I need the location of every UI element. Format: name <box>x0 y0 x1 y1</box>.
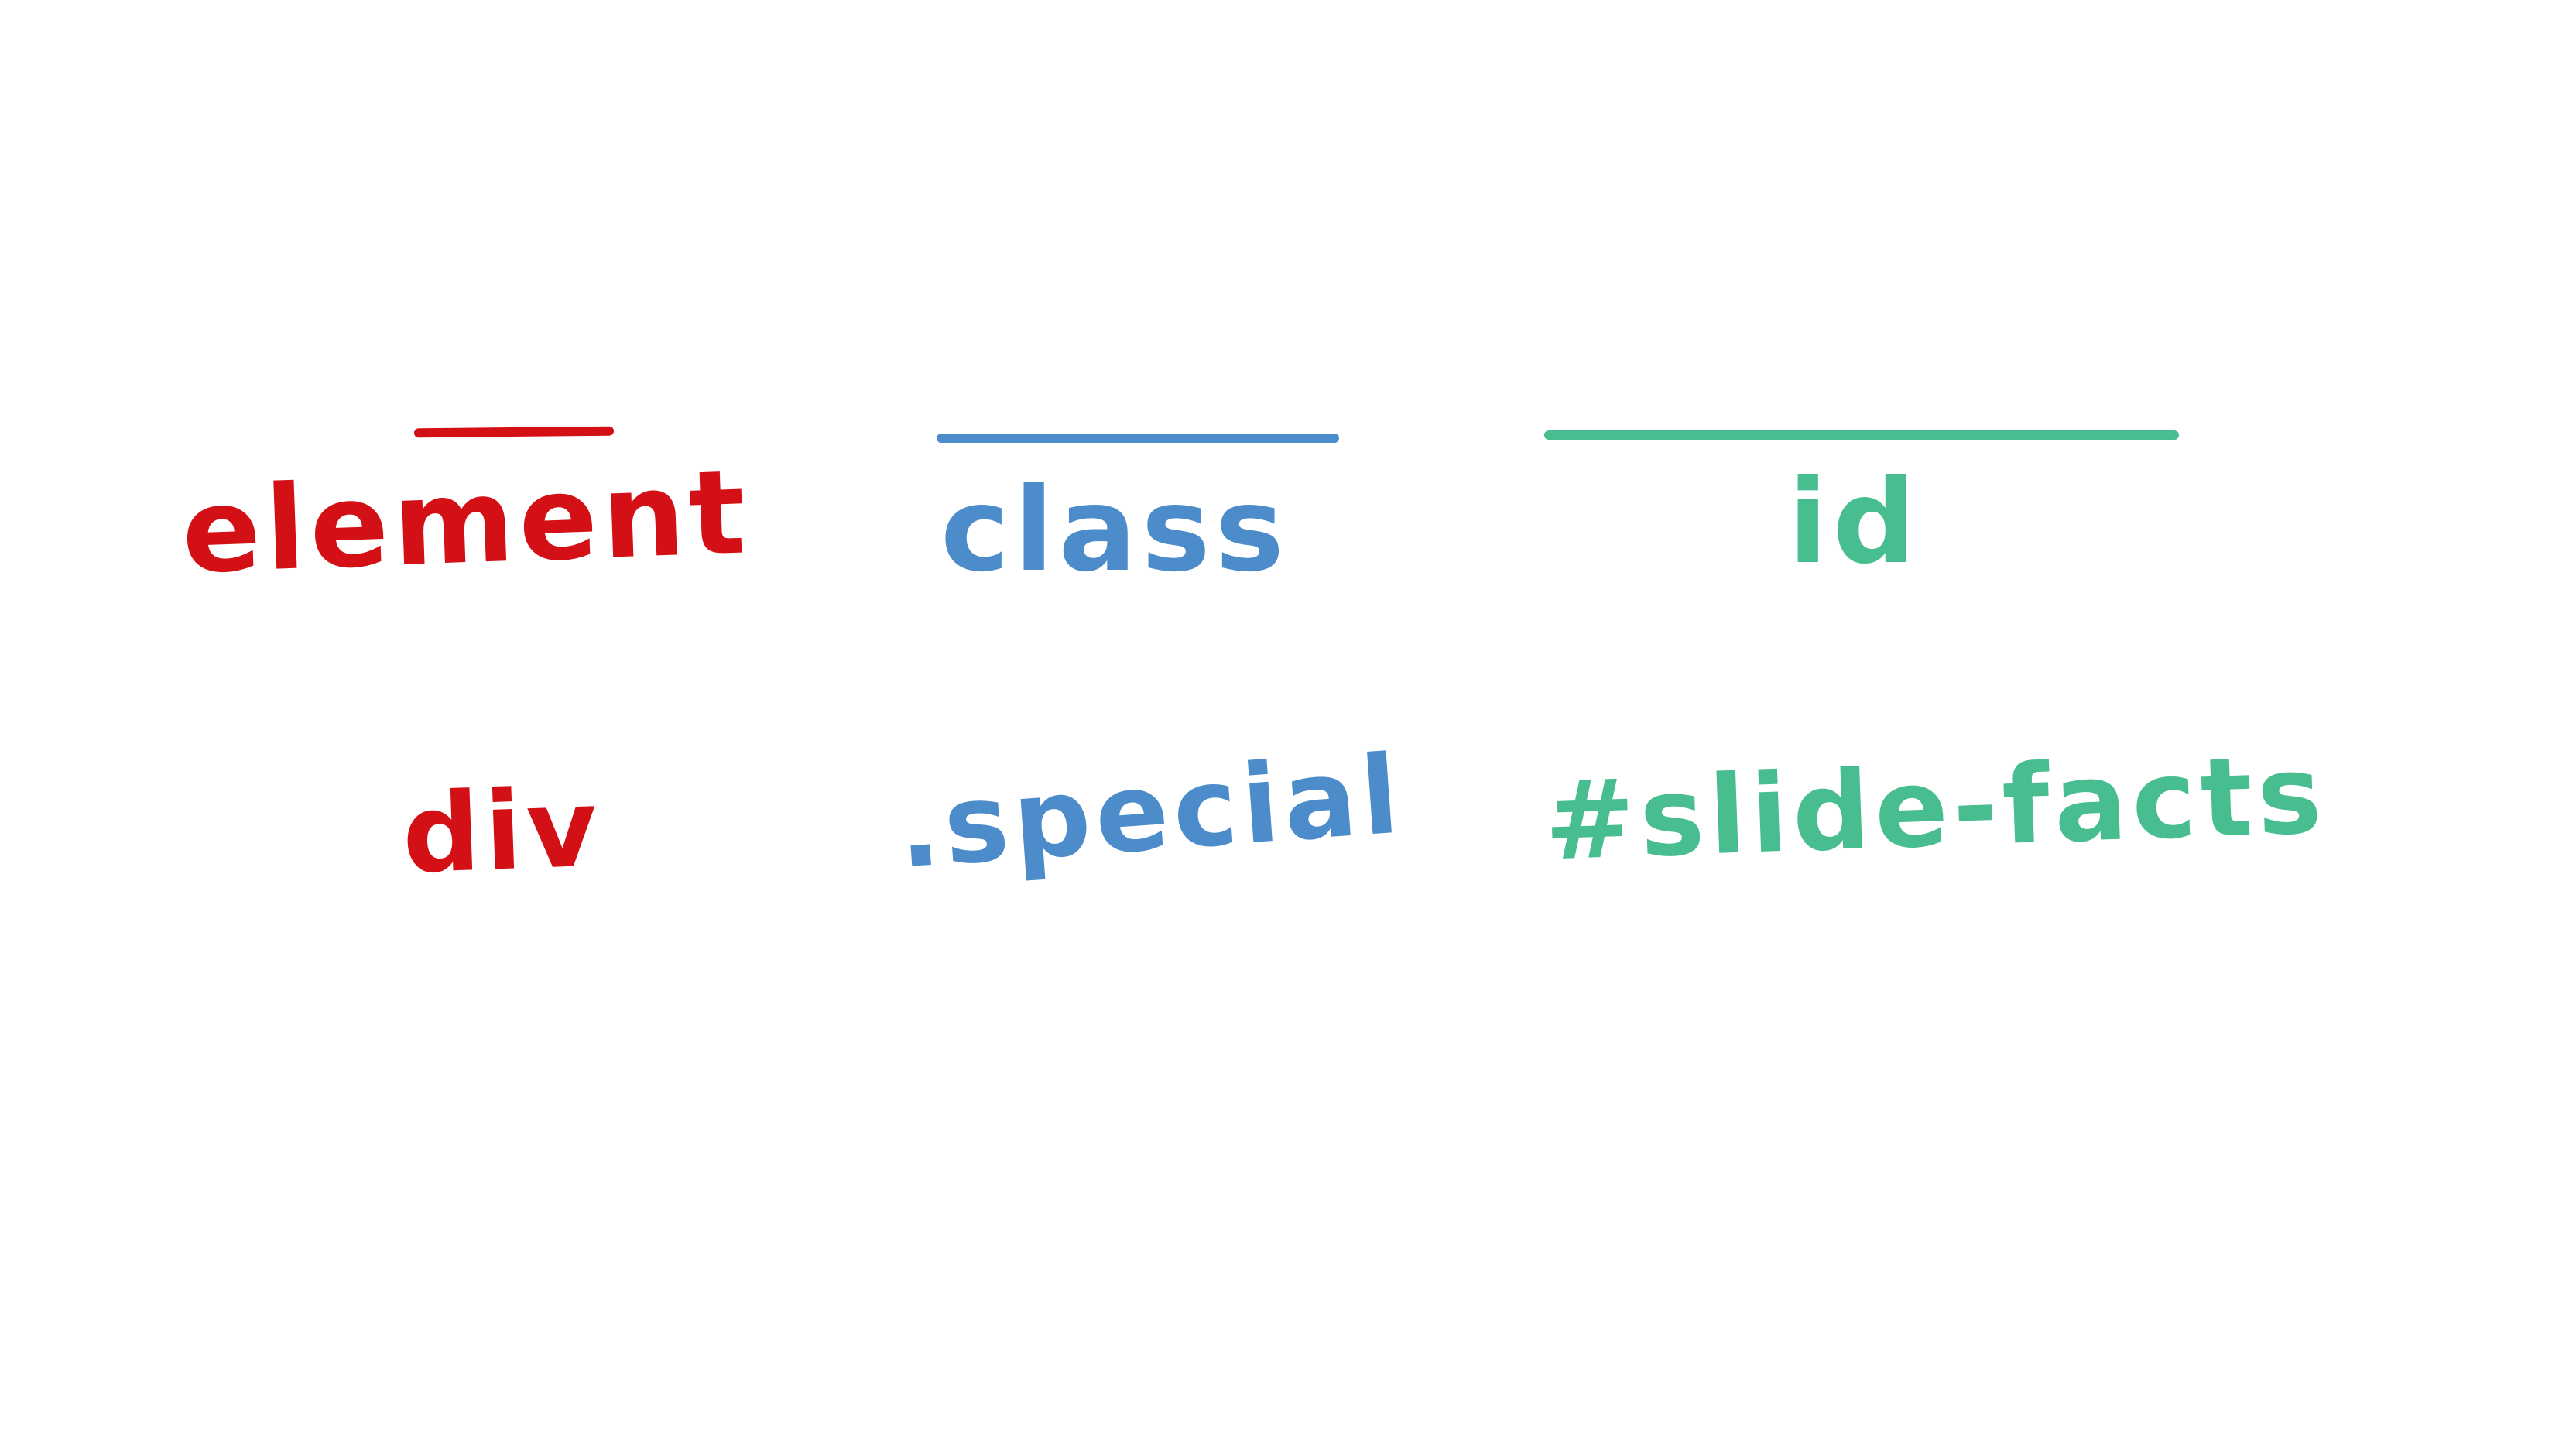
example-class: .special <box>894 732 1407 893</box>
element-underline <box>413 426 615 438</box>
class-underline <box>937 434 1339 443</box>
whiteboard-canvas: element div class .special id #slide-fac… <box>0 0 2576 1450</box>
id-underline <box>1544 430 2179 440</box>
example-id: #slide-facts <box>1542 732 2329 886</box>
example-element: div <box>400 765 605 899</box>
heading-id: id <box>1788 455 1920 590</box>
heading-class: class <box>940 463 1290 598</box>
heading-element: element <box>180 445 752 600</box>
